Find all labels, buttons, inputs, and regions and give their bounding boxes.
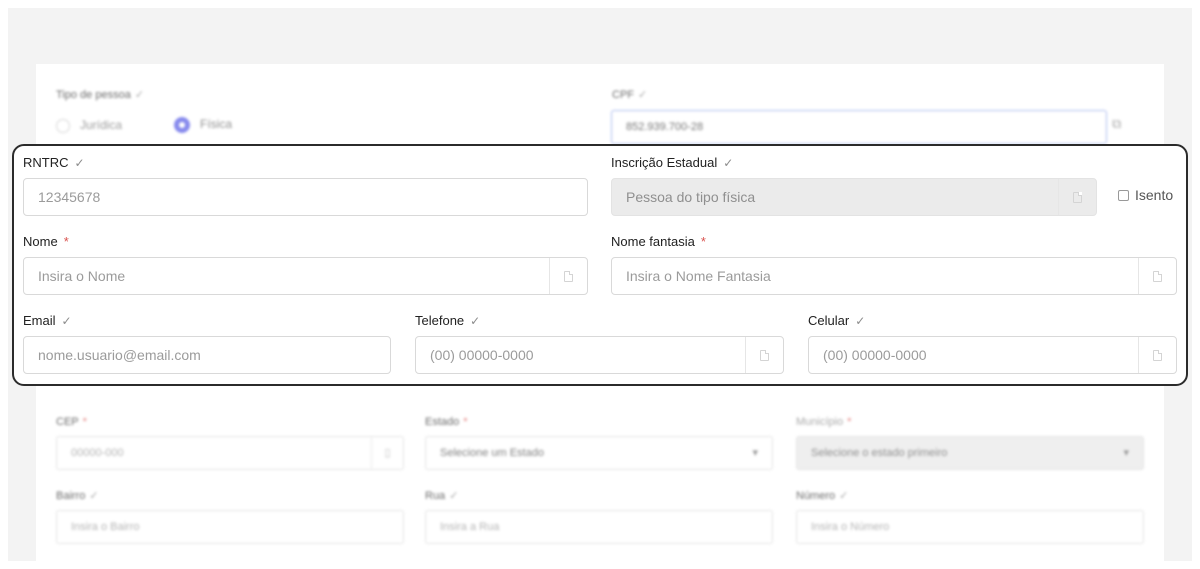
bairro-label: Bairro ✓ [56, 490, 99, 502]
municipio-select[interactable]: Selecione o estado primeiro ▾ [796, 436, 1144, 470]
copy-icon[interactable]: ⧉ [1112, 116, 1121, 132]
nome-label: Nome * [23, 234, 69, 249]
document-icon [760, 349, 769, 361]
nome-fantasia-addon [1138, 258, 1176, 294]
bairro-input[interactable]: Insira o Bairro [56, 510, 404, 544]
email-label: Email ✓ [23, 313, 72, 328]
rua-input[interactable]: Insira a Rua [425, 510, 773, 544]
radio-fisica[interactable]: Física [174, 117, 232, 133]
nome-fantasia-input[interactable]: Insira o Nome Fantasia [611, 257, 1177, 295]
inscricao-estadual-label: Inscrição Estadual ✓ [611, 155, 734, 170]
check-icon: ✓ [74, 156, 85, 170]
screen: Tipo de pessoa ✓ Jurídica Física CPF ✓ 852… [0, 0, 1200, 569]
tipo-pessoa-label: Tipo de pessoa ✓ [56, 89, 145, 101]
document-icon [1153, 349, 1162, 361]
inscricao-estadual-addon [1058, 179, 1096, 215]
check-icon: ✓ [723, 156, 734, 170]
estado-label: Estado * [425, 416, 468, 428]
municipio-label: Município * [796, 416, 852, 428]
celular-label: Celular ✓ [808, 313, 866, 328]
telefone-input[interactable]: (00) 00000-0000 [415, 336, 784, 374]
radio-selected-icon [174, 117, 190, 133]
cep-input[interactable]: 00000-000 ▯ [56, 436, 404, 470]
rntrc-label: RNTRC ✓ [23, 155, 85, 170]
celular-input[interactable]: (00) 00000-0000 [808, 336, 1177, 374]
radio-fisica-label: Física [200, 117, 233, 132]
check-icon: ✓ [61, 314, 72, 328]
radio-juridica-label: Jurídica [80, 118, 123, 132]
chevron-down-icon: ▾ [752, 447, 758, 459]
isento-checkbox[interactable]: Isento [1118, 187, 1173, 203]
radio-juridica[interactable]: Jurídica [56, 118, 122, 133]
document-icon [1073, 191, 1082, 203]
estado-select[interactable]: Selecione um Estado ▾ [425, 436, 773, 470]
nome-fantasia-label: Nome fantasia * [611, 234, 706, 249]
cpf-label: CPF ✓ [612, 89, 648, 101]
isento-label: Isento [1135, 187, 1174, 203]
nome-input[interactable]: Insira o Nome [23, 257, 588, 295]
email-input[interactable]: nome.usuario@email.com [23, 336, 391, 374]
checkbox-icon [1118, 189, 1129, 201]
document-icon [1153, 270, 1162, 282]
numero-input[interactable]: Insira o Número [796, 510, 1144, 544]
rua-label: Rua ✓ [425, 490, 459, 502]
cep-label: CEP * [56, 416, 87, 428]
celular-addon [1138, 337, 1176, 373]
radio-circle-icon [56, 118, 70, 133]
check-icon: ✓ [855, 314, 866, 328]
check-icon: ✓ [470, 314, 481, 328]
telefone-label: Telefone ✓ [415, 313, 481, 328]
numero-label: Número ✓ [796, 490, 849, 502]
nome-addon [549, 258, 587, 294]
rntrc-input[interactable]: 12345678 [23, 178, 588, 216]
document-icon [564, 270, 573, 282]
required-asterisk: * [63, 234, 69, 249]
telefone-addon [745, 337, 783, 373]
inscricao-estadual-input: Pessoa do tipo física [611, 178, 1097, 216]
cpf-input[interactable]: 852.939.700-28 [611, 110, 1107, 144]
cep-addon-icon: ▯ [371, 437, 403, 469]
required-asterisk: * [700, 234, 706, 249]
chevron-down-icon: ▾ [1123, 447, 1129, 459]
